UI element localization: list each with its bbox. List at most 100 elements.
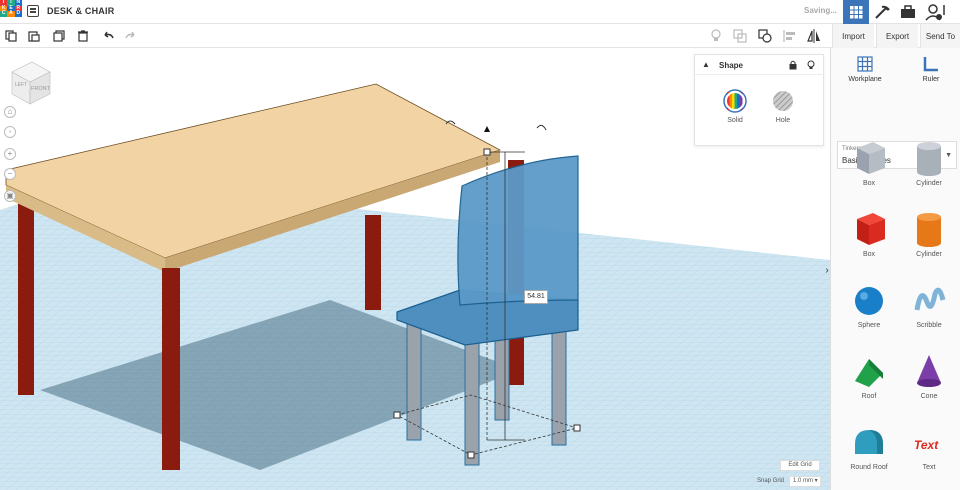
gray-cylinder-icon (917, 142, 941, 176)
zoom-out-button[interactable]: − (4, 168, 16, 180)
design-title[interactable]: DESK & CHAIR (47, 6, 114, 16)
user-avatar-icon (925, 4, 945, 21)
green-roof-icon (855, 359, 883, 387)
shape-label: Roof (861, 393, 877, 400)
paste-icon[interactable] (26, 28, 42, 44)
table-leg (162, 268, 180, 470)
edit-grid-button[interactable]: Edit Grid (780, 460, 820, 471)
shape-label: Box (862, 251, 876, 258)
table-leg (18, 195, 34, 395)
import-button[interactable]: Import (832, 24, 874, 48)
tinkercad-logo[interactable]: T I N K E R C A D (0, 0, 22, 22)
teal-round-roof-icon (855, 430, 883, 454)
shape-scribble[interactable]: Scribble (899, 280, 959, 329)
blue-sphere-icon (855, 287, 883, 315)
shape-text[interactable]: Text Text (899, 422, 959, 471)
shape-cylinder-hole[interactable]: Cylinder (899, 138, 959, 187)
copy-icon[interactable] (3, 28, 19, 44)
table-leg (365, 215, 381, 310)
ruler-label: Ruler (922, 76, 940, 83)
redo-icon[interactable] (123, 28, 139, 44)
bricks-button[interactable] (895, 0, 921, 24)
height-dimension-value[interactable]: 54.81 (524, 290, 548, 304)
light-bulb-icon[interactable] (708, 28, 724, 44)
collapse-triangle-icon[interactable]: ▲ (702, 60, 710, 69)
shape-label: Cylinder (916, 180, 942, 187)
workplane-tool[interactable]: Workplane (835, 54, 895, 83)
shape-sphere[interactable]: Sphere (839, 280, 899, 329)
gray-box-icon (857, 142, 885, 174)
hole-option[interactable]: Hole (763, 89, 803, 124)
mirror-icon[interactable] (806, 28, 822, 44)
logo-letter: C (0, 10, 8, 17)
solid-option[interactable]: Solid (715, 89, 755, 124)
home-view-button[interactable]: ⌂ (4, 106, 16, 118)
text-shape-glyph: Text (914, 438, 939, 452)
chair-leg (464, 339, 480, 466)
fit-view-button[interactable]: ◦ (4, 126, 16, 138)
save-status: Saving... (804, 6, 837, 15)
shape-label: Cylinder (916, 251, 942, 258)
duplicate-icon[interactable] (51, 28, 67, 44)
chair-leg (551, 319, 567, 446)
hole-label: Hole (775, 117, 791, 124)
scribble-icon (914, 287, 946, 311)
logo-letter: D (14, 10, 22, 17)
edit-toolbar (0, 24, 960, 48)
align-icon[interactable] (782, 28, 798, 44)
shape-roof[interactable]: Roof (839, 351, 899, 400)
zoom-in-button[interactable]: + (4, 148, 16, 160)
ungroup-icon[interactable] (757, 28, 773, 44)
shape-label: Round Roof (850, 464, 888, 471)
shape-inspector-title: Shape (719, 61, 744, 70)
light-bulb-icon[interactable] (807, 60, 815, 70)
shape-inspector-header: ▲ Shape (695, 55, 825, 75)
resize-handle[interactable] (393, 411, 401, 419)
purple-cone-icon (917, 355, 941, 387)
ortho-view-button[interactable]: ▣ (4, 190, 16, 202)
user-button[interactable] (922, 0, 948, 24)
blocks-button[interactable] (869, 0, 895, 24)
shapes-panel: Workplane Ruler Tinkercad Basic Shapes ▼… (830, 48, 960, 490)
solid-color-swatch-icon (723, 89, 747, 113)
top-bar: T I N K E R C A D DESK & CHAIR Saving... (0, 0, 960, 24)
lock-icon[interactable] (789, 60, 797, 70)
design-menu-icon[interactable] (27, 5, 39, 17)
shape-cone[interactable]: Cone (899, 351, 959, 400)
logo-letter: A (7, 10, 15, 17)
shape-label: Sphere (857, 322, 881, 329)
rotate-handle[interactable] (536, 124, 547, 131)
shape-cylinder[interactable]: Cylinder (899, 209, 959, 258)
hammer-pick-icon (875, 5, 890, 19)
solid-label: Solid (727, 117, 743, 124)
ruler-tool[interactable]: Ruler (901, 54, 960, 83)
hole-swatch-icon (773, 91, 793, 111)
shape-round-roof[interactable]: Round Roof (839, 422, 899, 471)
orange-cylinder-icon (917, 213, 941, 247)
resize-handle[interactable] (467, 451, 475, 459)
grid-view-icon (850, 6, 863, 19)
shape-label: Box (862, 180, 876, 187)
group-icon[interactable] (732, 28, 748, 44)
lift-arrow-handle[interactable] (484, 126, 490, 132)
send-to-button[interactable]: Send To (920, 24, 960, 48)
grid-view-button[interactable] (843, 0, 869, 24)
chair-back[interactable] (457, 155, 579, 306)
chair-leg (406, 319, 422, 441)
delete-icon[interactable] (75, 28, 91, 44)
export-button[interactable]: Export (876, 24, 918, 48)
shape-inspector: ▲ Shape Solid Hole (694, 54, 825, 146)
ruler-icon (923, 57, 938, 72)
snap-grid-value: 1.0 mm (793, 478, 814, 484)
resize-handle[interactable] (573, 424, 581, 432)
shape-label: Text (922, 464, 936, 471)
shape-box[interactable]: Box (839, 209, 899, 258)
shape-box-hole[interactable]: Box (839, 138, 899, 187)
undo-icon[interactable] (100, 28, 116, 44)
view-cube-left-face: LEFT (15, 82, 27, 88)
resize-handle[interactable] (483, 148, 491, 156)
view-cube[interactable]: LEFT FRONT (11, 61, 51, 105)
snap-grid-select[interactable]: 1.0 mm ▾ (789, 476, 821, 487)
red-box-icon (857, 213, 885, 245)
red-3d-text-icon: Text (914, 438, 939, 452)
